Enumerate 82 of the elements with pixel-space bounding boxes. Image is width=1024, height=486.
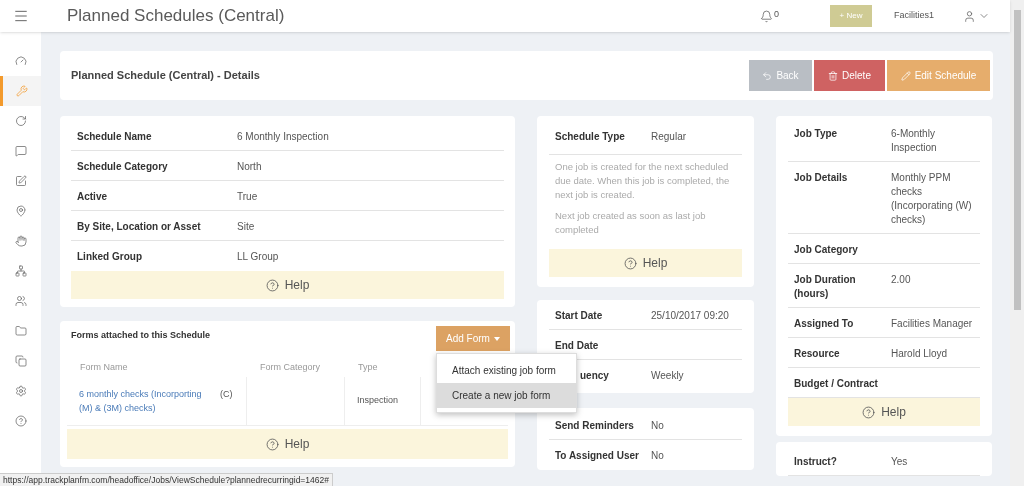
column-header: Form Category (259, 361, 322, 374)
field-value: Monthly PPM checks (Incorporating (W) checks) (891, 171, 973, 227)
field-value: 6 Monthly Inspection (237, 130, 329, 144)
user-icon[interactable] (963, 9, 976, 23)
menu-icon[interactable] (13, 8, 29, 24)
form-link[interactable]: 6 monthly checks (Incorporting (M) & (3M) checks) (79, 387, 214, 415)
field-value: Yes (891, 455, 908, 469)
field-label: Active (77, 190, 108, 204)
column-header: Form Name (79, 361, 129, 374)
field-label: Job Type (794, 127, 839, 141)
field-value: North (237, 160, 262, 174)
help-icon (862, 405, 876, 419)
field-label: Job Category (794, 243, 859, 257)
scrollbar[interactable] (1010, 0, 1024, 486)
help-icon (265, 278, 279, 292)
status-url: https://app.trackplanfm.com/headoffice/Jobs/ViewSchedule?plannedrecurringid=1462# (3, 473, 329, 486)
dropdown-item[interactable]: Attach existing job form (437, 358, 576, 383)
field-label: Schedule Type (555, 129, 626, 144)
field-value: Regular (651, 129, 687, 144)
field-label: To Assigned User (555, 449, 640, 463)
field-value: No (651, 419, 664, 433)
field-label: By Site, Location or Asset (77, 220, 202, 234)
gauge-icon (14, 55, 27, 67)
wrench-icon (16, 85, 28, 97)
notification-count: 0 (773, 8, 779, 21)
field-label: uency (579, 369, 610, 383)
sidebar-item[interactable] (0, 76, 41, 106)
field-value: 6-Monthly Inspection (891, 127, 938, 155)
field-label: Start Date (555, 309, 604, 323)
help-button[interactable]: Help (67, 429, 508, 459)
help-icon (14, 415, 27, 427)
map-pin-icon (14, 205, 27, 217)
chat-icon (14, 145, 27, 157)
field-value: LL Group (237, 250, 279, 264)
hierarchy-icon (14, 265, 27, 277)
help-button[interactable]: Help (549, 249, 742, 277)
undo-icon (762, 70, 773, 81)
help-icon (265, 437, 279, 451)
user-name[interactable]: Facilities1 (894, 9, 934, 23)
users-icon (14, 295, 27, 307)
field-label: Budget / Contract (794, 377, 879, 391)
help-icon (623, 256, 637, 270)
folder-icon (14, 325, 27, 337)
field-label: Resource (794, 347, 841, 361)
field-label: End Date (555, 339, 600, 353)
settings-icon (14, 385, 27, 397)
field-label: Assigned To (794, 317, 855, 331)
delete-button[interactable]: Delete (814, 60, 885, 91)
refresh-icon (14, 115, 27, 127)
field-value: 25/10/2017 09:20 (651, 309, 729, 323)
trash-icon (828, 70, 839, 81)
forms-title: Forms attached to this Schedule (71, 329, 211, 342)
help-button[interactable]: Help (788, 398, 980, 426)
page-title: Planned Schedules (Central) (67, 5, 285, 28)
field-label: Schedule Name (77, 130, 153, 144)
notification-icon[interactable] (759, 9, 773, 23)
caret-icon (493, 336, 500, 341)
copy-icon (14, 355, 27, 367)
field-value: 2.00 (891, 273, 911, 287)
edit-icon (14, 175, 27, 187)
field-label: Linked Group (77, 250, 143, 264)
note-text: Next job created as soon as last job completed (555, 209, 707, 237)
table-cell: Inspection (357, 394, 399, 408)
field-value: True (237, 190, 258, 204)
field-value: Weekly (651, 369, 684, 383)
field-value: Facilities Manager (891, 317, 973, 331)
field-label: Schedule Category (77, 160, 169, 174)
form-code: (C) (220, 388, 233, 401)
note-text: One job is created for the next scheduled due date. When this job is completed, the next job is created. (555, 160, 731, 202)
pencil-icon (900, 70, 911, 81)
field-value: No (651, 449, 664, 463)
column-header: Type (357, 361, 379, 374)
field-label: Send Reminders (555, 419, 635, 433)
field-value: Harold Lloyd (891, 347, 948, 361)
details-title: Planned Schedule (Central) - Details (71, 68, 260, 84)
field-label: Job Duration (hours) (794, 273, 857, 301)
field-label: Job Details (794, 171, 849, 185)
dropdown-item[interactable]: Create a new job form (437, 383, 576, 408)
help-button[interactable]: Help (71, 271, 504, 299)
field-value: Site (237, 220, 255, 234)
hand-icon (14, 235, 27, 247)
field-label: Instruct? (794, 455, 838, 469)
